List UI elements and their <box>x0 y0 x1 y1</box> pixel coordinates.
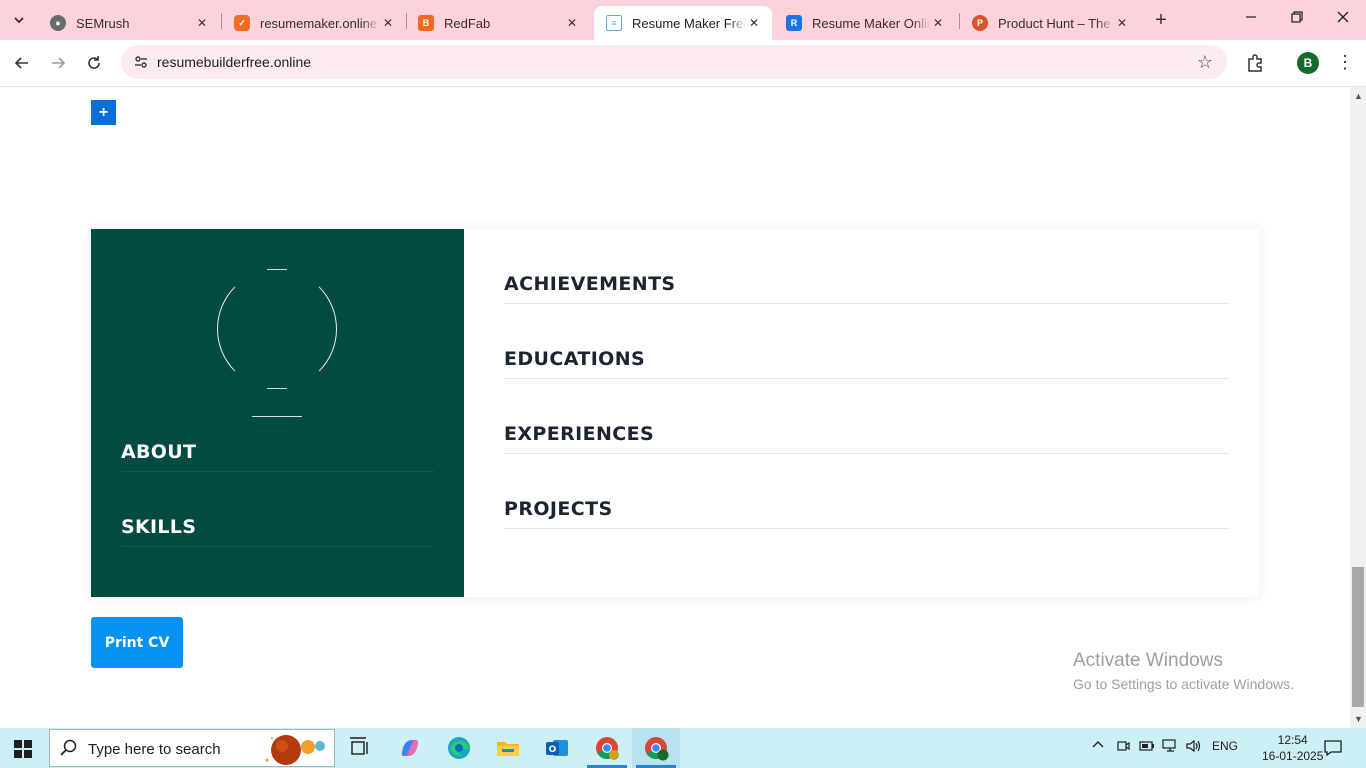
achievements-heading: ACHIEVEMENTS <box>504 273 1229 304</box>
windows-start-icon[interactable] <box>14 740 32 758</box>
tab-redfab[interactable]: B RedFab ✕ <box>406 6 590 40</box>
forward-button[interactable] <box>47 52 69 74</box>
close-icon[interactable]: ✕ <box>194 15 210 31</box>
tab-resume-maker-free[interactable]: ≡ Resume Maker Free ✕ <box>594 6 772 40</box>
cv-main: ACHIEVEMENTS EDUCATIONS EXPERIENCES PROJ… <box>464 229 1259 597</box>
blogger-icon: B <box>418 15 434 31</box>
restore-button[interactable] <box>1286 10 1308 30</box>
producthunt-icon: P <box>972 15 988 31</box>
new-tab-button[interactable]: + <box>1150 9 1172 31</box>
scroll-up-icon[interactable]: ▲ <box>1354 91 1363 101</box>
minimize-button[interactable] <box>1240 10 1262 30</box>
windows-taskbar: Type here to search O ENG 12:54 16-01-20… <box>0 728 1366 768</box>
photo-edge-top <box>267 269 287 270</box>
outlook-icon[interactable]: O <box>543 734 571 762</box>
bookmark-star-icon[interactable]: ☆ <box>1197 52 1213 73</box>
close-icon <box>1337 11 1349 23</box>
url-text[interactable]: resumebuilderfree.online <box>157 54 311 70</box>
page-content: + ABOUT SKILLS ACHIEVEMENTS EDUCATIONS E… <box>0 87 1350 728</box>
close-icon[interactable]: ✕ <box>380 15 396 31</box>
language-indicator[interactable]: ENG <box>1212 739 1238 753</box>
projects-heading: PROJECTS <box>504 498 1229 529</box>
reload-button[interactable] <box>83 52 105 74</box>
taskbar-clock[interactable]: 12:54 16-01-2025 <box>1262 732 1323 764</box>
address-bar[interactable]: resumebuilderfree.online ☆ <box>121 45 1227 79</box>
browser-toolbar: resumebuilderfree.online ☆ B ⋮ <box>0 40 1366 87</box>
edge-browser-icon[interactable] <box>445 734 473 762</box>
search-icon <box>60 739 77 756</box>
scrollbar-thumb[interactable] <box>1352 567 1364 707</box>
chrome-icon[interactable] <box>593 734 621 762</box>
copilot-icon[interactable] <box>396 734 424 762</box>
restore-icon <box>1291 11 1303 23</box>
close-icon[interactable]: ✕ <box>1114 15 1130 31</box>
about-heading: ABOUT <box>121 441 434 472</box>
watermark-title: Activate Windows <box>1073 650 1223 671</box>
profile-photo-placeholder[interactable] <box>217 269 337 389</box>
cv-preview: ABOUT SKILLS ACHIEVEMENTS EDUCATIONS EXP… <box>91 229 1259 597</box>
planets-icon <box>265 735 325 765</box>
scroll-down-icon[interactable]: ▼ <box>1354 714 1363 724</box>
experiences-heading: EXPERIENCES <box>504 423 1229 454</box>
close-window-button[interactable] <box>1332 10 1354 30</box>
tab-product-hunt[interactable]: P Product Hunt – The b ✕ <box>960 6 1140 40</box>
tab-semrush[interactable]: ● SEMrush ✕ <box>38 6 220 40</box>
task-view-icon[interactable] <box>346 734 374 762</box>
volume-icon[interactable] <box>1186 739 1202 756</box>
file-explorer-icon[interactable] <box>494 734 522 762</box>
taskbar-search[interactable]: Type here to search <box>49 729 335 767</box>
print-cv-button[interactable]: Print CV <box>91 617 183 668</box>
extensions-icon[interactable] <box>1244 52 1266 74</box>
resume-app-icon: R <box>786 15 802 31</box>
watermark-subtitle: Go to Settings to activate Windows. <box>1073 676 1294 692</box>
cv-sidebar: ABOUT SKILLS <box>91 229 464 597</box>
tab-strip: ● SEMrush ✕ ✓ resumemaker.online: ✕ B Re… <box>0 0 1366 40</box>
tab-resumemaker[interactable]: ✓ resumemaker.online: ✕ <box>222 6 406 40</box>
arrow-left-icon <box>14 57 28 69</box>
photo-edge-bottom <box>267 388 287 389</box>
tab-title: Resume Maker Free <box>632 15 746 31</box>
back-button[interactable] <box>11 52 33 74</box>
minimize-icon <box>1246 16 1256 18</box>
tab-title: RedFab <box>444 15 491 31</box>
svg-text:O: O <box>549 745 557 755</box>
tab-resume-maker-online[interactable]: R Resume Maker Online ✕ <box>774 6 956 40</box>
arrow-right-icon <box>52 57 66 69</box>
document-icon: ≡ <box>606 15 622 31</box>
semrush-icon: ● <box>50 15 66 31</box>
clock-date: 16-01-2025 <box>1262 749 1324 763</box>
chevron-down-icon <box>14 17 24 24</box>
battery-icon[interactable] <box>1139 739 1155 756</box>
name-placeholder-line <box>252 416 302 417</box>
tab-title: Resume Maker Online <box>812 15 930 31</box>
add-section-button[interactable]: + <box>91 100 116 125</box>
close-icon[interactable]: ✕ <box>564 15 580 31</box>
show-hidden-icons-icon[interactable] <box>1092 739 1104 754</box>
tab-title: resumemaker.online: <box>260 15 380 31</box>
tab-search-button[interactable] <box>7 8 31 32</box>
resumemaker-icon: ✓ <box>234 15 250 31</box>
educations-heading: EDUCATIONS <box>504 348 1229 379</box>
more-menu-icon[interactable]: ⋮ <box>1336 52 1354 74</box>
tab-title: SEMrush <box>76 15 130 31</box>
tab-title: Product Hunt – The b <box>998 15 1114 31</box>
search-placeholder[interactable]: Type here to search <box>88 741 221 758</box>
activation-watermark: Activate Windows Go to Settings to activ… <box>1073 650 1294 692</box>
skills-heading: SKILLS <box>121 516 434 547</box>
chrome-profile-icon[interactable] <box>642 734 670 762</box>
site-settings-icon[interactable] <box>133 54 149 70</box>
notifications-icon[interactable] <box>1324 739 1342 757</box>
page-scrollbar[interactable]: ▲ ▼ <box>1350 87 1366 728</box>
close-icon[interactable]: ✕ <box>746 15 762 31</box>
meet-now-icon[interactable] <box>1116 739 1130 756</box>
profile-avatar[interactable]: B <box>1297 52 1319 74</box>
close-icon[interactable]: ✕ <box>930 15 946 31</box>
network-icon[interactable] <box>1162 739 1178 756</box>
clock-time: 12:54 <box>1277 733 1308 747</box>
reload-icon <box>88 56 100 69</box>
